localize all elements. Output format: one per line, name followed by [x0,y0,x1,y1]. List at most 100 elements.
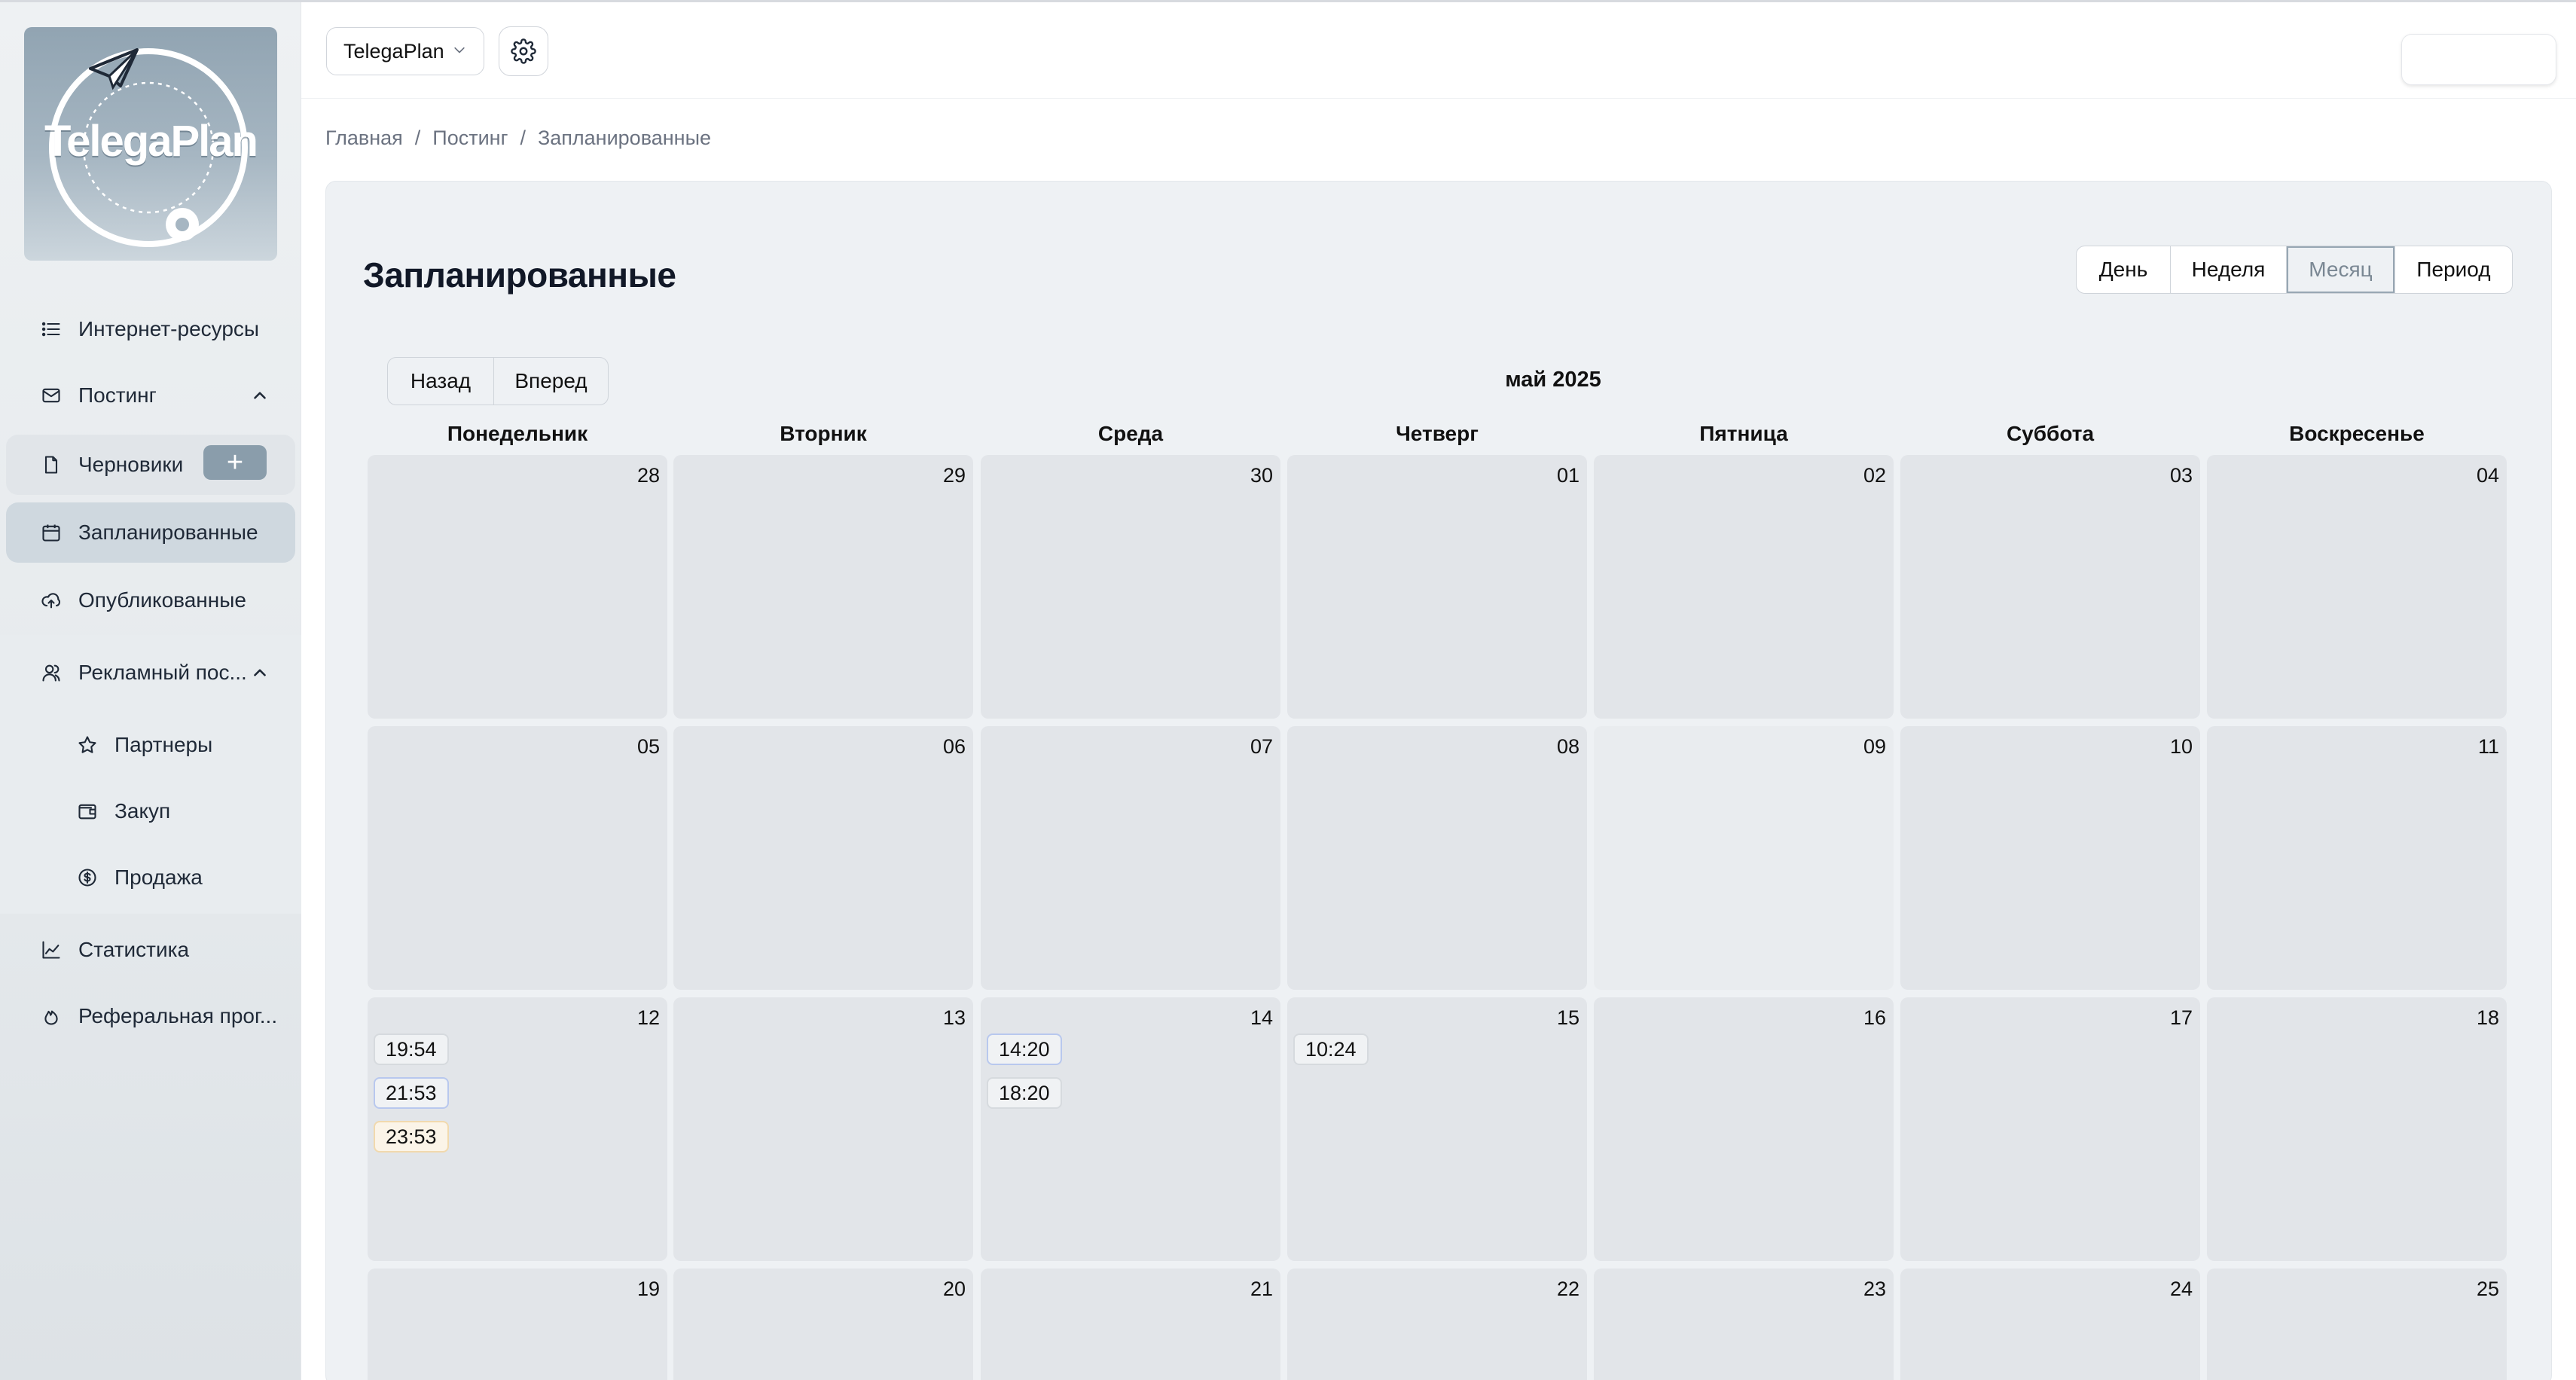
plus-icon: + [226,447,244,478]
day-number: 28 [636,464,660,487]
page-title: Запланированные [363,255,676,295]
day-number: 16 [1863,1006,1886,1029]
sidebar-item-published[interactable]: Опубликованные [0,576,301,624]
day-number: 12 [636,1006,660,1029]
weekday-header: Суббота [2006,422,2095,445]
sidebar-item-referral[interactable]: Реферальная прог... [0,992,301,1040]
sidebar-item-drafts[interactable]: Черновики + [6,435,295,495]
wallet-icon [75,799,99,823]
calendar-day-cell[interactable]: 22 [1287,1269,1587,1380]
calendar-navigation: Назад Вперед [387,357,609,405]
sidebar-item-label: Рекламный пос... [78,661,247,684]
scheduled-post-chip[interactable]: 18:20 [987,1077,1062,1109]
day-number: 05 [636,735,660,758]
breadcrumb-posting[interactable]: Постинг [432,127,508,150]
view-period-button[interactable]: Период [2394,246,2512,293]
sidebar-item-internet-resources[interactable]: Интернет-ресурсы [0,305,301,353]
day-number: 02 [1863,464,1886,487]
breadcrumb-current: Запланированные [537,127,711,149]
add-draft-button[interactable]: + [203,445,267,480]
calendar-day-cell[interactable]: 03 [1900,455,2200,719]
sidebar: TelegaPlan Интернет-ресурсы Постинг Черн… [0,2,301,1380]
day-number: 11 [2477,735,2499,758]
calendar-day-cell[interactable]: 08 [1287,726,1587,990]
day-number: 03 [2169,464,2193,487]
sidebar-item-posting[interactable]: Постинг [0,371,301,420]
calendar-day-cell[interactable]: 11 [2207,726,2507,990]
calendar-day-cell[interactable]: 24 [1900,1269,2200,1380]
breadcrumb-home[interactable]: Главная [325,127,403,150]
sidebar-item-partners[interactable]: Партнеры [0,721,301,769]
sidebar-item-label: Партнеры [114,733,213,756]
calendar-day-cell[interactable]: 16 [1594,997,1894,1261]
sidebar-item-ads[interactable]: Рекламный пос... [0,649,301,697]
day-number: 24 [2169,1278,2193,1300]
breadcrumb-separator: / [520,127,526,149]
calendar-day-cell[interactable]: 20 [673,1269,973,1380]
scheduled-post-chip[interactable]: 23:53 [374,1121,449,1153]
day-number: 01 [1556,464,1579,487]
view-day-button[interactable]: День [2077,246,2170,293]
view-month-button[interactable]: Месяц [2286,246,2394,293]
sidebar-item-label: Статистика [78,938,190,961]
sidebar-item-label: Постинг [78,383,157,407]
scheduled-post-chip[interactable]: 21:53 [374,1077,449,1109]
sidebar-item-sale[interactable]: Продажа [0,853,301,902]
calendar-day-cell[interactable]: 19 [368,1269,667,1380]
day-number: 09 [1863,735,1886,758]
day-number: 04 [2476,464,2499,487]
users-icon [39,661,63,685]
scheduled-post-chip[interactable]: 14:20 [987,1033,1062,1065]
calendar-day-cell[interactable]: 17 [1900,997,2200,1261]
calendar-day-cell[interactable]: 30 [981,455,1280,719]
sidebar-item-purchase[interactable]: Закуп [0,787,301,835]
breadcrumb-separator: / [414,127,421,149]
day-number: 14 [1250,1006,1273,1029]
weekday-header: Четверг [1396,422,1479,445]
calendar-day-cell[interactable]: 09 [1594,726,1894,990]
calendar-day-cell[interactable]: 01 [1287,455,1587,719]
day-number: 18 [2476,1006,2499,1029]
sidebar-item-label: Продажа [114,866,203,889]
calendar-day-cell[interactable]: 28 [368,455,667,719]
calendar-day-cell[interactable]: 02 [1594,455,1894,719]
weekday-header: Воскресенье [2289,422,2425,445]
scheduled-post-chip[interactable]: 10:24 [1293,1033,1369,1065]
document-icon [39,453,63,477]
day-number: 20 [942,1278,966,1300]
chevron-up-icon[interactable] [250,386,270,405]
day-number: 19 [636,1278,660,1300]
chevron-up-icon[interactable] [250,663,270,682]
flame-icon [39,1004,63,1028]
calendar-day-cell[interactable]: 04 [2207,455,2507,719]
view-week-button[interactable]: Неделя [2170,246,2286,293]
sidebar-item-statistics[interactable]: Статистика [0,926,301,974]
sidebar-item-label: Опубликованные [78,588,246,612]
calendar-day-cell[interactable]: 12 19:54 21:53 23:53 [368,997,667,1261]
calendar-day-cell[interactable]: 25 [2207,1269,2507,1380]
star-icon [75,733,99,757]
sidebar-item-scheduled[interactable]: Запланированные [6,502,295,563]
calendar-day-cell[interactable]: 13 [673,997,973,1261]
calendar-day-cell[interactable]: 21 [981,1269,1280,1380]
calendar-day-cell[interactable]: 10 [1900,726,2200,990]
calendar-day-cell[interactable]: 06 [673,726,973,990]
sidebar-item-label: Реферальная прог... [78,1004,278,1027]
calendar-day-cell[interactable]: 23 [1594,1269,1894,1380]
breadcrumb: Главная / Постинг / Запланированные [325,127,711,150]
app-logo[interactable]: TelegaPlan [24,27,277,261]
calendar-day-cell[interactable]: 05 [368,726,667,990]
calendar-day-cell[interactable]: 18 [2207,997,2507,1261]
scheduled-post-chip[interactable]: 19:54 [374,1033,449,1065]
calendar-day-cell[interactable]: 07 [981,726,1280,990]
calendar-day-cell[interactable]: 15 10:24 [1287,997,1587,1261]
user-menu-button[interactable] [2401,34,2556,85]
weekday-header: Пятница [1699,422,1788,445]
settings-button[interactable] [499,26,548,76]
project-select[interactable]: TelegaPlan [326,27,484,75]
back-button[interactable]: Назад [388,358,493,405]
calendar-day-cell[interactable]: 29 [673,455,973,719]
calendar-day-cell[interactable]: 14 14:20 18:20 [981,997,1280,1261]
forward-button[interactable]: Вперед [493,358,608,405]
day-number: 30 [1250,464,1273,487]
